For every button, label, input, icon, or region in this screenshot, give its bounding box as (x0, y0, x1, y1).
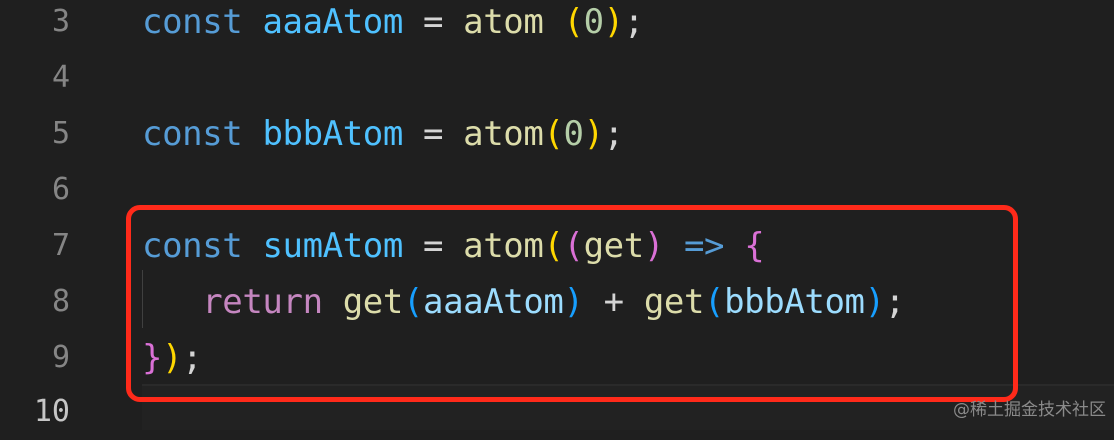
code-token: = (402, 114, 464, 154)
code-line[interactable]: 3 const aaaAtom = atom (0); (0, 0, 1114, 50)
code-token: ( (543, 114, 564, 154)
line-number: 8 (51, 284, 70, 319)
code-token: atom (463, 114, 544, 154)
line-number: 7 (51, 228, 70, 263)
code-token: ) (603, 2, 624, 42)
code-token: const (142, 2, 243, 42)
code-editor[interactable]: 3 const aaaAtom = atom (0); 4 5 const bbbAto… (0, 0, 1114, 430)
code-token: const (142, 114, 243, 154)
code-token: aaaAtom (262, 2, 403, 42)
code-line[interactable]: 5 const bbbAtom = atom(0); (0, 106, 1114, 162)
code-token: ; (603, 114, 624, 154)
code-token: ) (583, 114, 604, 154)
code-token: ( (563, 2, 584, 42)
code-line[interactable]: 4 (0, 50, 1114, 106)
code-token: bbbAtom (262, 114, 403, 154)
line-number: 4 (51, 60, 70, 95)
code-token: 0 (563, 114, 584, 154)
highlight-box-annotation (126, 205, 1018, 402)
code-token: ; (623, 2, 644, 42)
code-token: 0 (583, 2, 604, 42)
watermark: @稀土掘金技术社区 (953, 400, 1106, 420)
line-number: 3 (51, 4, 70, 39)
line-number: 5 (51, 116, 70, 151)
line-number: 10 (33, 394, 70, 429)
code-token: atom (463, 2, 544, 42)
code-text: const bbbAtom = atom(0); (142, 106, 624, 162)
code-token: = (402, 2, 464, 42)
line-number: 9 (51, 340, 70, 375)
code-text: const aaaAtom = atom (0); (142, 0, 644, 50)
line-number: 6 (51, 172, 70, 207)
